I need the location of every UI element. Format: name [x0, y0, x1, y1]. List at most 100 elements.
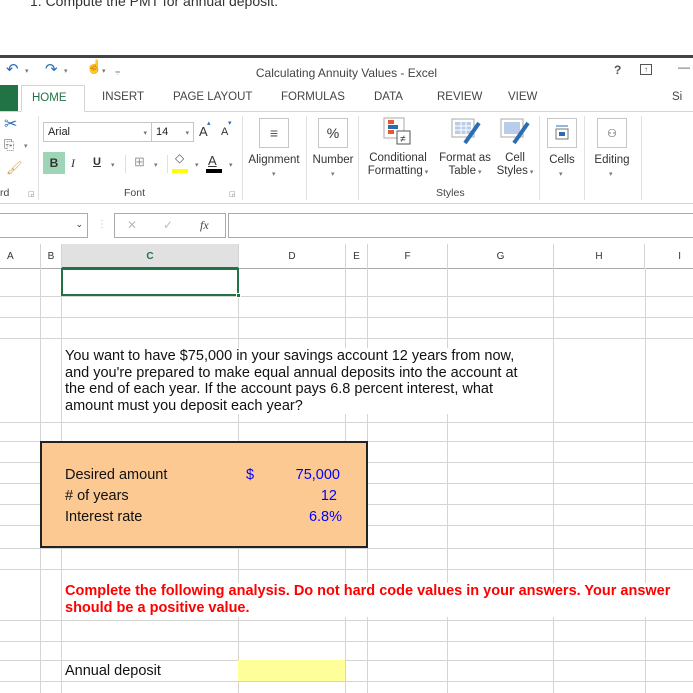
- format-as-table-button[interactable]: Format as Table ▾: [435, 152, 495, 179]
- column-header-e[interactable]: E: [346, 244, 368, 269]
- column-header-c[interactable]: C: [62, 244, 239, 269]
- column-header-a[interactable]: A: [0, 244, 41, 269]
- format-as-table-icon[interactable]: [451, 117, 481, 145]
- cell-styles-button[interactable]: Cell Styles ▾: [492, 152, 538, 179]
- grid-row-line: [0, 296, 693, 297]
- fill-color-swatch: [172, 169, 188, 173]
- cells-icon[interactable]: [547, 118, 577, 148]
- label: Formatting: [367, 165, 423, 177]
- name-box-dropdown-icon[interactable]: ⌄: [75, 219, 83, 230]
- active-cell-c[interactable]: [61, 268, 241, 298]
- desired-amount-label: Desired amount: [65, 467, 168, 483]
- separator: [242, 116, 243, 200]
- window-title: Calculating Annuity Values - Excel: [255, 66, 438, 80]
- enter-icon[interactable]: ✓: [163, 218, 173, 232]
- minimize-button[interactable]: —: [678, 60, 690, 74]
- annual-deposit-input[interactable]: [238, 660, 345, 681]
- column-header-h[interactable]: H: [554, 244, 645, 269]
- years-value[interactable]: 12: [321, 488, 337, 504]
- column-header-d[interactable]: D: [239, 244, 346, 269]
- formula-bar: ⌄ ⋮ ✕ ✓ fx: [0, 204, 693, 244]
- help-button[interactable]: ?: [614, 63, 621, 77]
- font-launcher-icon[interactable]: ◲: [229, 190, 236, 198]
- ribbon-display-icon[interactable]: ↑: [640, 64, 652, 75]
- borders-icon[interactable]: ⊞: [134, 154, 145, 170]
- conditional-formatting-icon[interactable]: ≠: [383, 117, 411, 145]
- font-name-select[interactable]: Arial ▾: [43, 122, 152, 142]
- tab-home[interactable]: HOME: [21, 85, 85, 112]
- fill-handle[interactable]: [236, 293, 241, 298]
- ribbon-tabs: HOME INSERT PAGE LAYOUT FORMULAS DATA RE…: [0, 85, 693, 112]
- file-tab[interactable]: [0, 85, 18, 111]
- cells-dropdown-icon[interactable]: ▾: [559, 170, 563, 178]
- tab-page-layout[interactable]: PAGE LAYOUT: [163, 85, 262, 112]
- label: Table: [448, 165, 477, 177]
- editing-button[interactable]: Editing: [589, 154, 635, 167]
- font-color-button[interactable]: A: [208, 153, 217, 168]
- increase-icon: ▴: [207, 120, 211, 127]
- editing-dropdown-icon[interactable]: ▾: [609, 170, 613, 178]
- font-size-select[interactable]: 14 ▾: [151, 122, 194, 142]
- cell-styles-icon[interactable]: [500, 117, 530, 145]
- cell-styles-label-2: Styles ▾: [492, 165, 538, 179]
- alignment-dropdown-icon[interactable]: ▾: [272, 170, 276, 178]
- format-painter-icon[interactable]: 🖌: [6, 160, 23, 176]
- tab-review[interactable]: REVIEW: [427, 85, 492, 112]
- cells-button[interactable]: Cells: [542, 154, 582, 167]
- grid-row-line: [0, 641, 693, 642]
- tab-insert[interactable]: INSERT: [92, 85, 154, 112]
- tab-data[interactable]: DATA: [364, 85, 413, 112]
- grid-column-line: [553, 268, 554, 693]
- cut-icon[interactable]: ✂: [4, 114, 17, 134]
- cell-styles-label-1: Cell: [505, 152, 525, 164]
- bold-button[interactable]: B: [43, 152, 65, 174]
- fill-color-icon[interactable]: ◇: [175, 151, 184, 165]
- clipboard-launcher-icon[interactable]: ◲: [28, 190, 35, 198]
- decrease-icon: ▾: [228, 120, 232, 127]
- column-header-g[interactable]: G: [448, 244, 554, 269]
- formula-input[interactable]: [228, 213, 693, 238]
- chevron-down-icon: ▾: [422, 169, 429, 176]
- desired-amount-value[interactable]: 75,000: [296, 467, 340, 483]
- tab-formulas[interactable]: FORMULAS: [271, 85, 355, 112]
- fill-color-dropdown-icon[interactable]: ▾: [195, 161, 199, 169]
- number-dropdown-icon[interactable]: ▾: [331, 170, 335, 178]
- number-format-icon[interactable]: %: [318, 118, 348, 148]
- tab-view[interactable]: VIEW: [498, 85, 547, 112]
- interest-rate-value[interactable]: 6.8%: [309, 509, 342, 525]
- name-box[interactable]: ⌄: [0, 213, 88, 238]
- cancel-icon[interactable]: ✕: [127, 218, 137, 232]
- font-color-dropdown-icon[interactable]: ▾: [229, 161, 233, 169]
- italic-button[interactable]: I: [71, 156, 75, 171]
- separator: [584, 116, 585, 200]
- sign-in-link[interactable]: Si: [672, 85, 682, 112]
- conditional-formatting-button[interactable]: Conditional Formatting ▾: [363, 152, 433, 179]
- copy-dropdown-icon[interactable]: ▾: [24, 142, 28, 150]
- column-header-b[interactable]: B: [41, 244, 62, 269]
- conditional-formatting-label-1: Conditional: [369, 152, 427, 164]
- formula-buttons: ✕ ✓ fx: [114, 213, 226, 238]
- drag-handle-icon[interactable]: ⋮: [97, 219, 107, 230]
- title-bar: ↶ ▾ ↷ ▾ ☝ ▾ ⩦ Calculating Annuity Values…: [0, 55, 693, 85]
- borders-dropdown-icon[interactable]: ▾: [154, 161, 158, 169]
- input-box: Desired amount $ 75,000 # of years 12 In…: [40, 441, 368, 548]
- column-header-f[interactable]: F: [368, 244, 448, 269]
- alignment-icon[interactable]: ≡: [259, 118, 289, 148]
- find-binoculars-icon[interactable]: ⚇: [597, 118, 627, 148]
- excel-screenshot: 1. Compute the PMT for annual deposit. ↶…: [0, 0, 693, 693]
- alignment-button[interactable]: Alignment: [244, 154, 304, 167]
- separator: [125, 155, 126, 173]
- underline-button[interactable]: U: [93, 156, 101, 168]
- chevron-down-icon: ▾: [143, 130, 147, 137]
- number-button[interactable]: Number: [308, 154, 358, 167]
- grid-row-line: [0, 338, 693, 339]
- column-header-i[interactable]: I: [645, 244, 693, 269]
- font-color-swatch: [206, 169, 222, 173]
- shrink-font-button[interactable]: A: [221, 126, 228, 138]
- grid-row-line: [0, 422, 693, 423]
- chevron-down-icon: ▾: [527, 169, 534, 176]
- underline-dropdown-icon[interactable]: ▾: [111, 161, 115, 169]
- chevron-down-icon: ▾: [476, 169, 482, 176]
- insert-function-icon[interactable]: fx: [200, 218, 209, 233]
- copy-icon[interactable]: ⎘: [4, 137, 14, 153]
